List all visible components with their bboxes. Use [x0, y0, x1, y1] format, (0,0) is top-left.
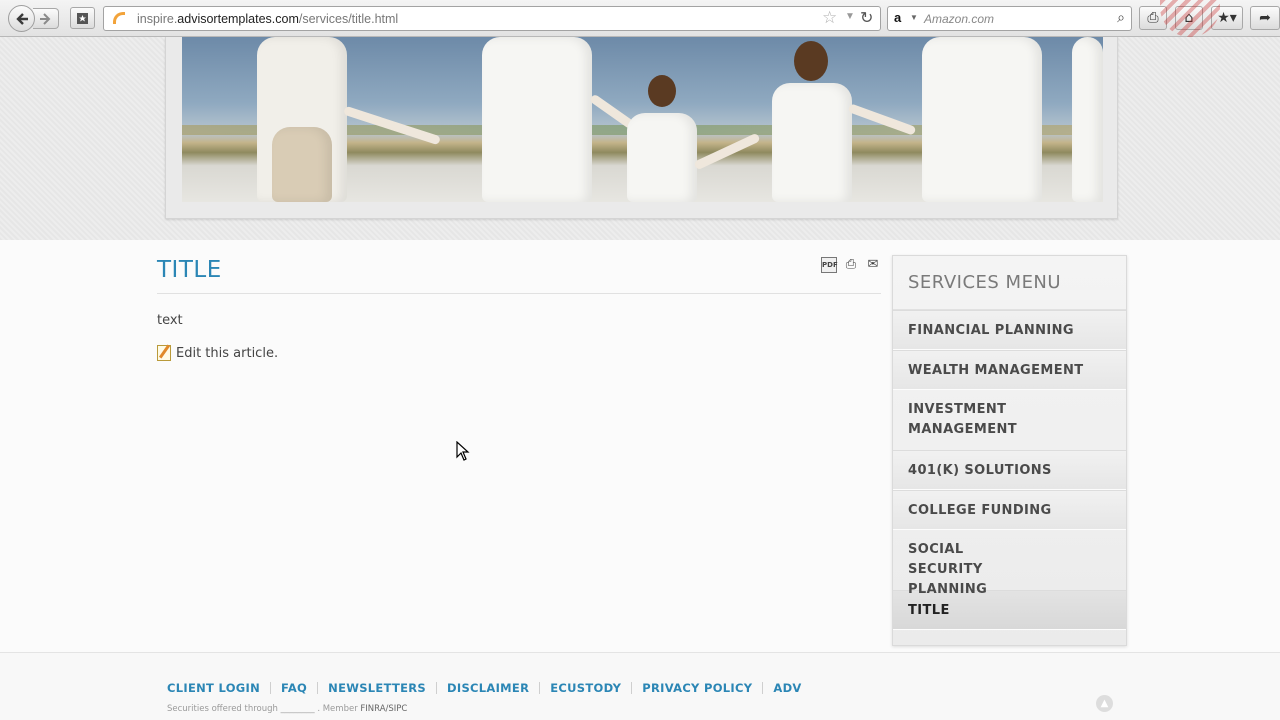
content-area: TITLE PDF ⎙ ✉ text Edit this article. SE…: [0, 240, 1280, 652]
back-arrow-icon: [15, 12, 28, 25]
footer-link-faq[interactable]: FAQ: [281, 681, 307, 695]
fine-print-text: Securities offered through ________ . Me…: [167, 704, 361, 714]
back-button[interactable]: [8, 5, 35, 32]
footer-link-disclaimer[interactable]: DISCLAIMER: [447, 681, 529, 695]
bookmarks-icon: ★▾: [1217, 10, 1237, 26]
bookmark-star-icon[interactable]: ☆: [822, 8, 837, 28]
search-bar[interactable]: a ▼ Amazon.com ⌕: [887, 6, 1132, 31]
menu-icon: ➦: [1259, 10, 1271, 26]
print-button[interactable]: ⎙: [1139, 6, 1167, 30]
menu-item-college-funding[interactable]: COLLEGE FUNDING: [893, 490, 1126, 530]
hero-head: [648, 75, 676, 107]
menu-item-social-security-planning[interactable]: SOCIAL SECURITY PLANNING: [893, 530, 1053, 597]
footer-link-ecustody[interactable]: ECUSTODY: [550, 681, 621, 695]
url-path: /services/title.html: [298, 12, 399, 26]
pdf-icon[interactable]: PDF: [821, 257, 838, 273]
home-button[interactable]: ⌂: [1175, 6, 1203, 30]
site-favicon-icon: [113, 12, 125, 24]
menu-button[interactable]: ➦: [1250, 6, 1280, 30]
title-divider: [157, 293, 881, 294]
url-domain: advisortemplates.com: [177, 12, 299, 26]
menu-item-wealth-management[interactable]: WEALTH MANAGEMENT: [893, 350, 1126, 390]
services-menu-heading: SERVICES MENU: [893, 256, 1126, 310]
menu-item-financial-planning[interactable]: FINANCIAL PLANNING: [893, 310, 1126, 350]
reload-icon[interactable]: ↻: [860, 8, 873, 28]
web-page: TITLE PDF ⎙ ✉ text Edit this article. SE…: [0, 37, 1280, 720]
hero-head: [794, 41, 828, 81]
footer-divider: [631, 682, 633, 694]
print-icon: ⎙: [1147, 10, 1159, 26]
footer: CLIENT LOGIN FAQ NEWSLETTERS DISCLAIMER …: [0, 652, 1280, 720]
browser-toolbar: inspire.advisortemplates.com/services/ti…: [0, 0, 1280, 37]
url-history-dropdown-icon[interactable]: ▼: [845, 11, 855, 22]
url-text: inspire.advisortemplates.com/services/ti…: [137, 12, 398, 26]
search-engine-dropdown-icon[interactable]: ▼: [910, 13, 918, 22]
finra-link[interactable]: FINRA: [360, 704, 385, 714]
sipc-link[interactable]: SIPC: [388, 704, 407, 714]
search-engine-logo[interactable]: a: [894, 10, 901, 25]
bookmarks-button[interactable]: ★▾: [1211, 6, 1243, 30]
footer-fine-print: Securities offered through ________ . Me…: [167, 704, 407, 714]
hero-arm: [693, 132, 761, 171]
hero-figure: [922, 37, 1042, 202]
search-placeholder: Amazon.com: [924, 12, 995, 26]
article: TITLE PDF ⎙ ✉ text Edit this article.: [157, 255, 881, 361]
hero-figure: [627, 113, 697, 202]
footer-link-privacy-policy[interactable]: PRIVACY POLICY: [642, 681, 752, 695]
hero-frame: [165, 37, 1118, 219]
edit-article-link[interactable]: Edit this article.: [157, 345, 881, 361]
article-tools: PDF ⎙ ✉: [821, 257, 881, 273]
edit-article-label[interactable]: Edit this article.: [176, 346, 278, 361]
footer-divider: [270, 682, 272, 694]
footer-divider: [436, 682, 438, 694]
forward-button[interactable]: [33, 8, 59, 29]
pin-icon: [77, 12, 88, 24]
pin-tab-button[interactable]: [70, 7, 95, 29]
address-bar[interactable]: inspire.advisortemplates.com/services/ti…: [103, 6, 881, 31]
footer-nav: CLIENT LOGIN FAQ NEWSLETTERS DISCLAIMER …: [167, 681, 802, 695]
footer-divider: [762, 682, 764, 694]
footer-link-newsletters[interactable]: NEWSLETTERS: [328, 681, 426, 695]
forward-arrow-icon: [39, 12, 50, 25]
menu-item-investment-management[interactable]: INVESTMENT MANAGEMENT: [893, 390, 1043, 450]
search-icon[interactable]: ⌕: [1117, 9, 1125, 26]
footer-link-adv[interactable]: ADV: [773, 681, 801, 695]
print-icon[interactable]: ⎙: [843, 257, 859, 273]
scroll-to-top-icon[interactable]: ▲: [1096, 695, 1113, 712]
article-body: text: [157, 313, 183, 328]
hero-figure: [482, 37, 592, 202]
page-title: TITLE: [157, 257, 222, 283]
hero-figure: [772, 83, 852, 202]
menu-item-401k-solutions[interactable]: 401(K) SOLUTIONS: [893, 450, 1126, 490]
hero-image: [182, 37, 1103, 202]
hero-figure: [272, 127, 332, 202]
footer-divider: [317, 682, 319, 694]
footer-link-client-login[interactable]: CLIENT LOGIN: [167, 681, 260, 695]
email-icon[interactable]: ✉: [865, 257, 881, 273]
footer-divider: [539, 682, 541, 694]
url-prefix: inspire.: [137, 12, 178, 26]
hero-figure: [1072, 37, 1103, 202]
home-icon: ⌂: [1184, 10, 1194, 26]
header-band: [0, 37, 1280, 240]
services-menu: SERVICES MENU FINANCIAL PLANNING WEALTH …: [892, 255, 1127, 646]
edit-icon: [157, 345, 171, 361]
